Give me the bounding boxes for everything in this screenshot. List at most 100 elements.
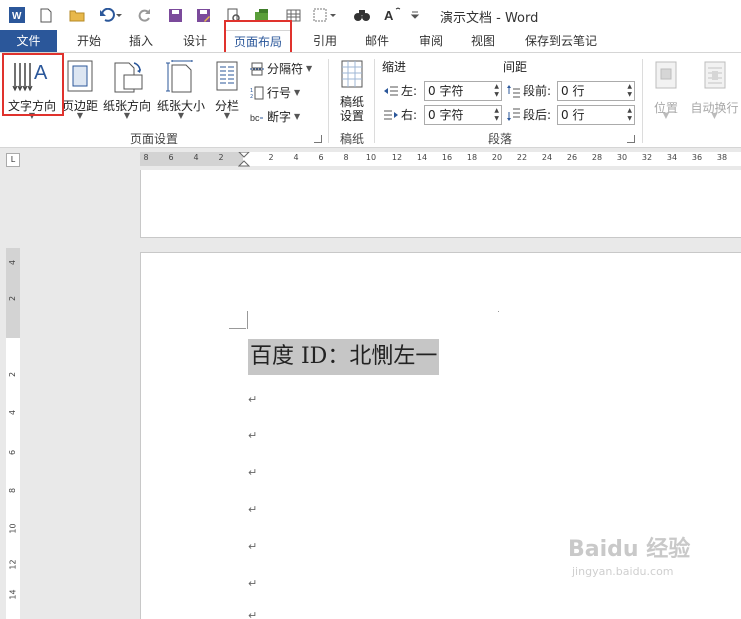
spacing-before-input[interactable]: 0 行 ▲ ▼	[557, 81, 635, 101]
paragraph-mark: ↵	[248, 429, 258, 442]
ruler-tick: 22	[516, 153, 528, 162]
group-separator	[642, 59, 643, 143]
borders-icon[interactable]	[312, 6, 338, 24]
ruler-bar: L 8 6 4 2 2 4 6 8 10 12 14 16 18 20 22 24 26 28 30 32 34 36 38	[0, 148, 741, 170]
tab-file[interactable]: 文件	[0, 30, 57, 52]
selected-document-text[interactable]: 百度 ID：北惻左一	[248, 339, 440, 375]
tab-selector-corner[interactable]: L	[6, 153, 20, 167]
wrap-text-button[interactable]: 自动换行 ▼	[688, 57, 741, 123]
horizontal-ruler[interactable]: 8 6 4 2 2 4 6 8 10 12 14 16 18 20 22 24 26 28 30 32 34 36 38	[140, 152, 741, 167]
svg-text:A: A	[384, 8, 394, 23]
columns-button[interactable]: 分栏 ▼	[208, 57, 246, 123]
tab-references[interactable]: 引用	[302, 30, 348, 52]
title-bar: W A 演示文档 - Word	[0, 0, 741, 30]
spinner-arrows-icon[interactable]: ▲ ▼	[627, 83, 632, 99]
line-numbers-button[interactable]: 12 行号 ▼	[250, 83, 300, 103]
ruler-tick: 8	[343, 153, 349, 162]
orientation-button[interactable]: 纸张方向 ▼	[100, 57, 154, 123]
spacing-before-label-wrap: 段前:	[506, 81, 551, 101]
new-document-icon[interactable]	[38, 6, 54, 24]
tab-page-layout[interactable]: 页面布局	[225, 30, 291, 52]
font-size-icon[interactable]: A	[382, 6, 404, 24]
undo-icon[interactable]	[98, 6, 124, 24]
breaks-button[interactable]: 分隔符 ▼	[250, 59, 312, 79]
draft-paper-settings-button[interactable]: 稿纸 设置	[334, 57, 370, 123]
spacing-before-icon	[507, 85, 520, 98]
ruler-tick-label: 12	[8, 559, 18, 570]
spinner-arrows-icon[interactable]: ▲ ▼	[627, 107, 632, 123]
indent-header: 缩进	[382, 60, 407, 74]
customize-toolbar-icon[interactable]	[408, 6, 422, 24]
svg-text:2: 2	[250, 94, 253, 100]
hyphenation-button[interactable]: bc 断字 ▼	[250, 107, 300, 127]
margins-button[interactable]: 页边距 ▼	[60, 57, 100, 123]
open-folder-icon[interactable]	[68, 6, 86, 24]
tab-mailings[interactable]: 邮件	[354, 30, 400, 52]
spacing-after-label-wrap: 段后:	[506, 105, 551, 125]
text-direction-button[interactable]: A 文字方向 ▼	[4, 57, 60, 123]
spacing-before-label: 段前:	[523, 84, 552, 98]
hyphenation-icon: bc	[250, 113, 263, 123]
ruler-tick: 16	[441, 153, 453, 162]
crop-mark-horizontal	[229, 328, 246, 329]
paragraph-mark: ↵	[248, 393, 258, 406]
baidu-jingyan-watermark: Baidu 经验 jingyan.baidu.com	[568, 539, 690, 583]
svg-text:bc: bc	[250, 113, 260, 123]
page-setup-dialog-launcher-icon[interactable]	[314, 135, 322, 143]
svg-text:A: A	[34, 62, 48, 84]
paper-size-icon	[166, 60, 193, 93]
ruler-tick-label: 10	[8, 523, 18, 534]
indent-right-input[interactable]: 0 字符 ▲ ▼	[424, 105, 502, 125]
ruler-tick: 4	[193, 153, 199, 162]
spinner-arrows-icon[interactable]: ▲ ▼	[494, 83, 499, 99]
save-icon[interactable]	[166, 6, 184, 24]
indent-left-input[interactable]: 0 字符 ▲ ▼	[424, 81, 502, 101]
ruler-tick: 2	[7, 370, 19, 379]
ruler-tick: 10	[365, 153, 377, 162]
vertical-ruler[interactable]: 4 2 2 4 6 8 10 12 14	[6, 248, 20, 619]
ruler-tick: 24	[541, 153, 553, 162]
hyphenation-label: 断字	[267, 110, 292, 124]
chevron-down-icon: ▼	[294, 88, 301, 97]
tab-home[interactable]: 开始	[66, 30, 112, 52]
tab-review[interactable]: 审阅	[408, 30, 454, 52]
save-as-icon[interactable]	[194, 6, 212, 24]
page-1-bottom[interactable]	[140, 170, 741, 238]
draft-paper-label-line1: 稿纸	[339, 95, 364, 109]
page-setup-group-label: 页面设置	[130, 132, 179, 146]
chevron-down-icon: ▼	[177, 111, 185, 120]
ruler-tick: 14	[7, 589, 19, 599]
paragraph-mark: ↵	[248, 609, 258, 619]
paragraph-group-label: 段落	[488, 132, 513, 146]
tab-view[interactable]: 视图	[460, 30, 506, 52]
ruler-tick-label: 6	[8, 449, 18, 456]
spinner-arrows-icon[interactable]: ▲ ▼	[494, 107, 499, 123]
indent-right-label-wrap: 右:	[384, 105, 417, 125]
window-title: 演示文档 - Word	[440, 11, 539, 26]
draft-paper-label: 稿纸 设置	[334, 95, 370, 123]
print-preview-icon[interactable]	[224, 6, 242, 24]
ribbon-tabs: 文件 开始 插入 设计 页面布局 引用 邮件 审阅 视图 保存到云笔记	[0, 30, 741, 52]
indent-marker-icon[interactable]	[238, 152, 250, 172]
chevron-down-icon: ▼	[76, 111, 84, 120]
paragraph-dialog-launcher-icon[interactable]	[627, 135, 635, 143]
spacing-after-input[interactable]: 0 行 ▲ ▼	[557, 105, 635, 125]
tab-design[interactable]: 设计	[172, 30, 218, 52]
paragraph-mark: ↵	[248, 466, 258, 479]
chevron-down-icon: ▼	[662, 111, 670, 120]
ruler-tick: 38	[716, 153, 728, 162]
position-button[interactable]: 位置 ▼	[646, 57, 686, 123]
indent-left-icon	[384, 86, 398, 96]
table-icon[interactable]	[284, 6, 302, 24]
find-binoculars-icon[interactable]	[352, 6, 372, 24]
ruler-tick: 26	[566, 153, 578, 162]
save-to-cloud-icon[interactable]	[252, 6, 272, 24]
paragraph-mark: ↵	[248, 503, 258, 516]
tab-save-to-cloud-notes[interactable]: 保存到云笔记	[516, 30, 606, 52]
tab-insert[interactable]: 插入	[118, 30, 164, 52]
paper-size-button[interactable]: 纸张大小 ▼	[154, 57, 208, 123]
breaks-icon	[250, 62, 264, 76]
ruler-tick: 4	[293, 153, 299, 162]
redo-icon[interactable]	[136, 6, 154, 24]
ruler-tick-label: 4	[8, 409, 18, 416]
